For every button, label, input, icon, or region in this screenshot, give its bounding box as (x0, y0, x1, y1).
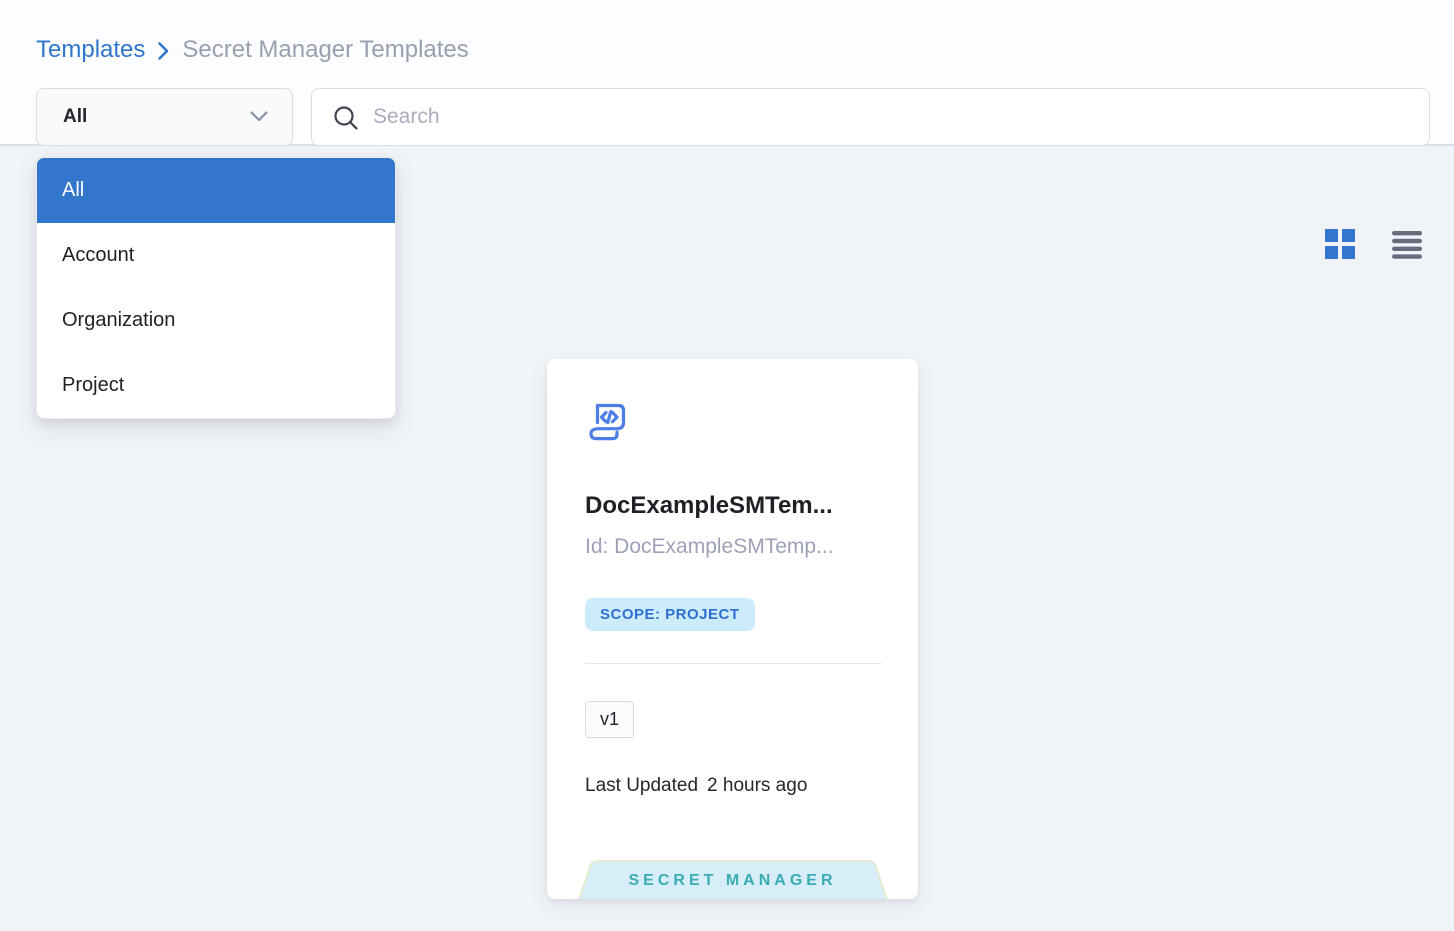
template-card[interactable]: DocExampleSMTem... Id: DocExampleSMTemp.… (547, 359, 918, 899)
template-id: Id: DocExampleSMTemp... (585, 533, 881, 560)
breadcrumb-current: Secret Manager Templates (182, 36, 468, 64)
scope-filter-menu: All Account Organization Project (36, 157, 396, 419)
template-title: DocExampleSMTem... (585, 492, 881, 520)
scope-filter-dropdown[interactable]: All (36, 88, 293, 146)
version-chip[interactable]: v1 (585, 701, 634, 738)
grid-view-icon[interactable] (1322, 226, 1358, 262)
list-view-icon[interactable] (1390, 228, 1424, 261)
menu-item-project[interactable]: Project (37, 353, 395, 418)
card-divider (585, 663, 881, 664)
search-icon (332, 104, 373, 131)
template-type-label: SECRET MANAGER (577, 859, 889, 899)
page-header: Templates Secret Manager Templates All (0, 0, 1454, 146)
chevron-down-icon (250, 110, 268, 125)
search-box[interactable] (311, 88, 1430, 146)
menu-item-account[interactable]: Account (37, 223, 395, 288)
scope-badge: SCOPE: PROJECT (585, 598, 755, 631)
template-code-icon (585, 401, 881, 448)
breadcrumb-chevron-icon (157, 41, 170, 61)
scope-filter-value: All (63, 106, 87, 128)
view-toggle (1322, 226, 1424, 262)
secret-manager-templates-page: Templates Secret Manager Templates All A… (0, 0, 1454, 931)
last-updated: Last Updated 2 hours ago (585, 775, 881, 797)
menu-item-all[interactable]: All (37, 158, 395, 223)
search-input[interactable] (373, 105, 1409, 129)
breadcrumb-link-templates[interactable]: Templates (36, 36, 145, 64)
template-type-ribbon: SECRET MANAGER (577, 859, 889, 899)
breadcrumb: Templates Secret Manager Templates (36, 36, 469, 64)
last-updated-value: 2 hours ago (707, 775, 807, 797)
menu-item-organization[interactable]: Organization (37, 288, 395, 353)
last-updated-label: Last Updated (585, 775, 698, 797)
